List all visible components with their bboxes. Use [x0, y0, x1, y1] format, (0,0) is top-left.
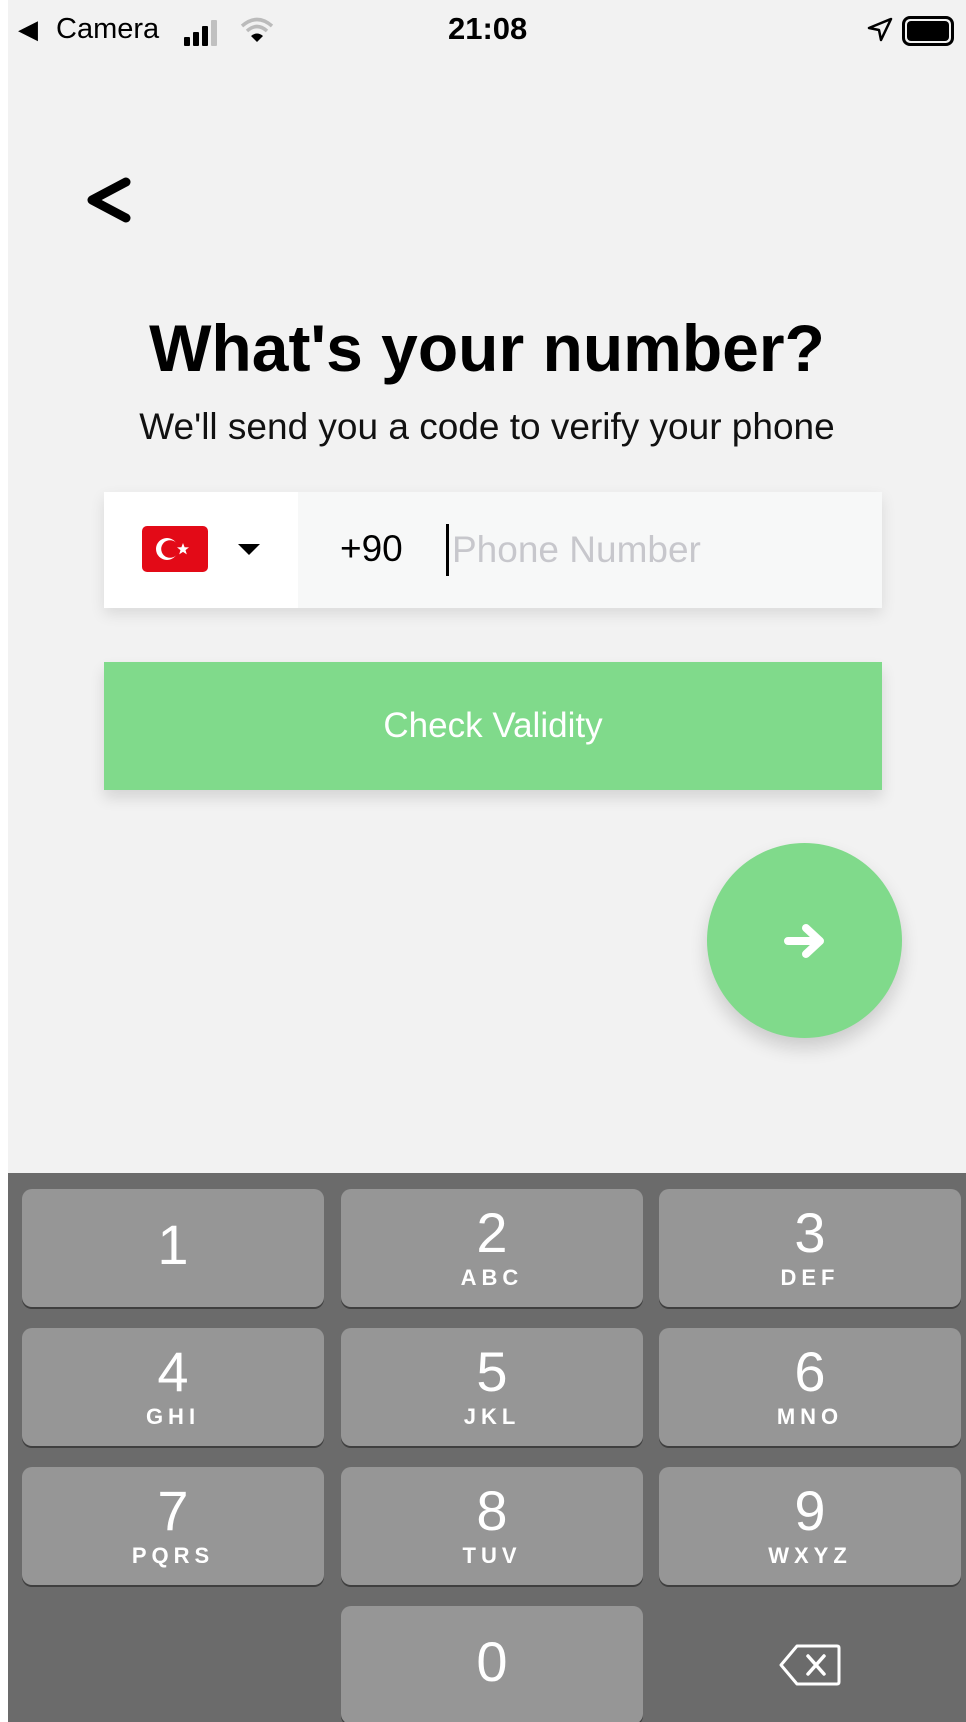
country-picker[interactable]	[104, 492, 298, 608]
dial-code: +90	[340, 528, 403, 569]
phone-number-input[interactable]	[452, 524, 852, 576]
location-arrow-icon	[867, 17, 893, 42]
key-7[interactable]: 7 PQRS	[22, 1467, 324, 1585]
back-button[interactable]	[78, 170, 138, 230]
key-digit: 0	[476, 1630, 508, 1693]
back-to-app-icon[interactable]: ◀	[18, 14, 38, 45]
key-digit: 8	[476, 1479, 508, 1542]
key-letters: TUV	[462, 1543, 522, 1568]
key-digit: 5	[476, 1340, 508, 1403]
status-bar: ◀ Camera 21:08	[8, 0, 966, 62]
key-digit: 2	[476, 1201, 508, 1264]
battery-icon	[902, 16, 954, 46]
key-5[interactable]: 5 JKL	[341, 1328, 643, 1446]
key-digit: 3	[794, 1201, 826, 1264]
key-letters: PQRS	[131, 1543, 215, 1568]
signal-icon	[184, 18, 217, 46]
key-9[interactable]: 9 WXYZ	[659, 1467, 961, 1585]
key-letters: ABC	[460, 1265, 524, 1290]
text-cursor	[446, 524, 449, 576]
clock: 21:08	[448, 11, 528, 46]
key-letters: MNO	[776, 1404, 844, 1429]
backspace-icon	[779, 1644, 841, 1686]
wifi-icon	[240, 17, 274, 42]
keypad-blank	[22, 1606, 324, 1722]
page-title: What's your number?	[149, 311, 825, 385]
key-digit: 6	[794, 1340, 826, 1403]
key-digit: 4	[157, 1340, 189, 1403]
chevron-down-icon	[238, 544, 260, 555]
key-2[interactable]: 2 ABC	[341, 1189, 643, 1307]
numeric-keypad: 1 2 ABC 3 DEF 4 GHI 5 JKL 6 MNO 7 PQRS 8…	[8, 1173, 966, 1722]
key-digit: 9	[794, 1479, 826, 1542]
back-to-app-label[interactable]: Camera	[56, 13, 159, 46]
key-3[interactable]: 3 DEF	[659, 1189, 961, 1307]
key-1[interactable]: 1	[22, 1189, 324, 1307]
turkey-flag-icon	[142, 526, 208, 572]
phone-number-field: +90	[104, 492, 882, 608]
delete-key[interactable]	[659, 1606, 961, 1722]
key-letters: JKL	[463, 1404, 521, 1429]
page-subtitle: We'll send you a code to verify your pho…	[139, 406, 835, 447]
key-letters: GHI	[145, 1404, 201, 1429]
arrow-right-icon	[783, 923, 824, 958]
phone-number-area: +90	[298, 492, 882, 608]
key-6[interactable]: 6 MNO	[659, 1328, 961, 1446]
app-screen: ◀ Camera 21:08 What's your number? We'll…	[8, 0, 966, 1722]
key-letters: DEF	[780, 1265, 840, 1290]
key-letters: WXYZ	[768, 1543, 852, 1568]
key-4[interactable]: 4 GHI	[22, 1328, 324, 1446]
key-8[interactable]: 8 TUV	[341, 1467, 643, 1585]
key-digit: 7	[157, 1479, 189, 1542]
next-button[interactable]	[707, 843, 902, 1038]
key-0[interactable]: 0	[341, 1606, 643, 1722]
check-validity-button[interactable]: Check Validity	[104, 662, 882, 790]
key-digit: 1	[157, 1213, 189, 1276]
